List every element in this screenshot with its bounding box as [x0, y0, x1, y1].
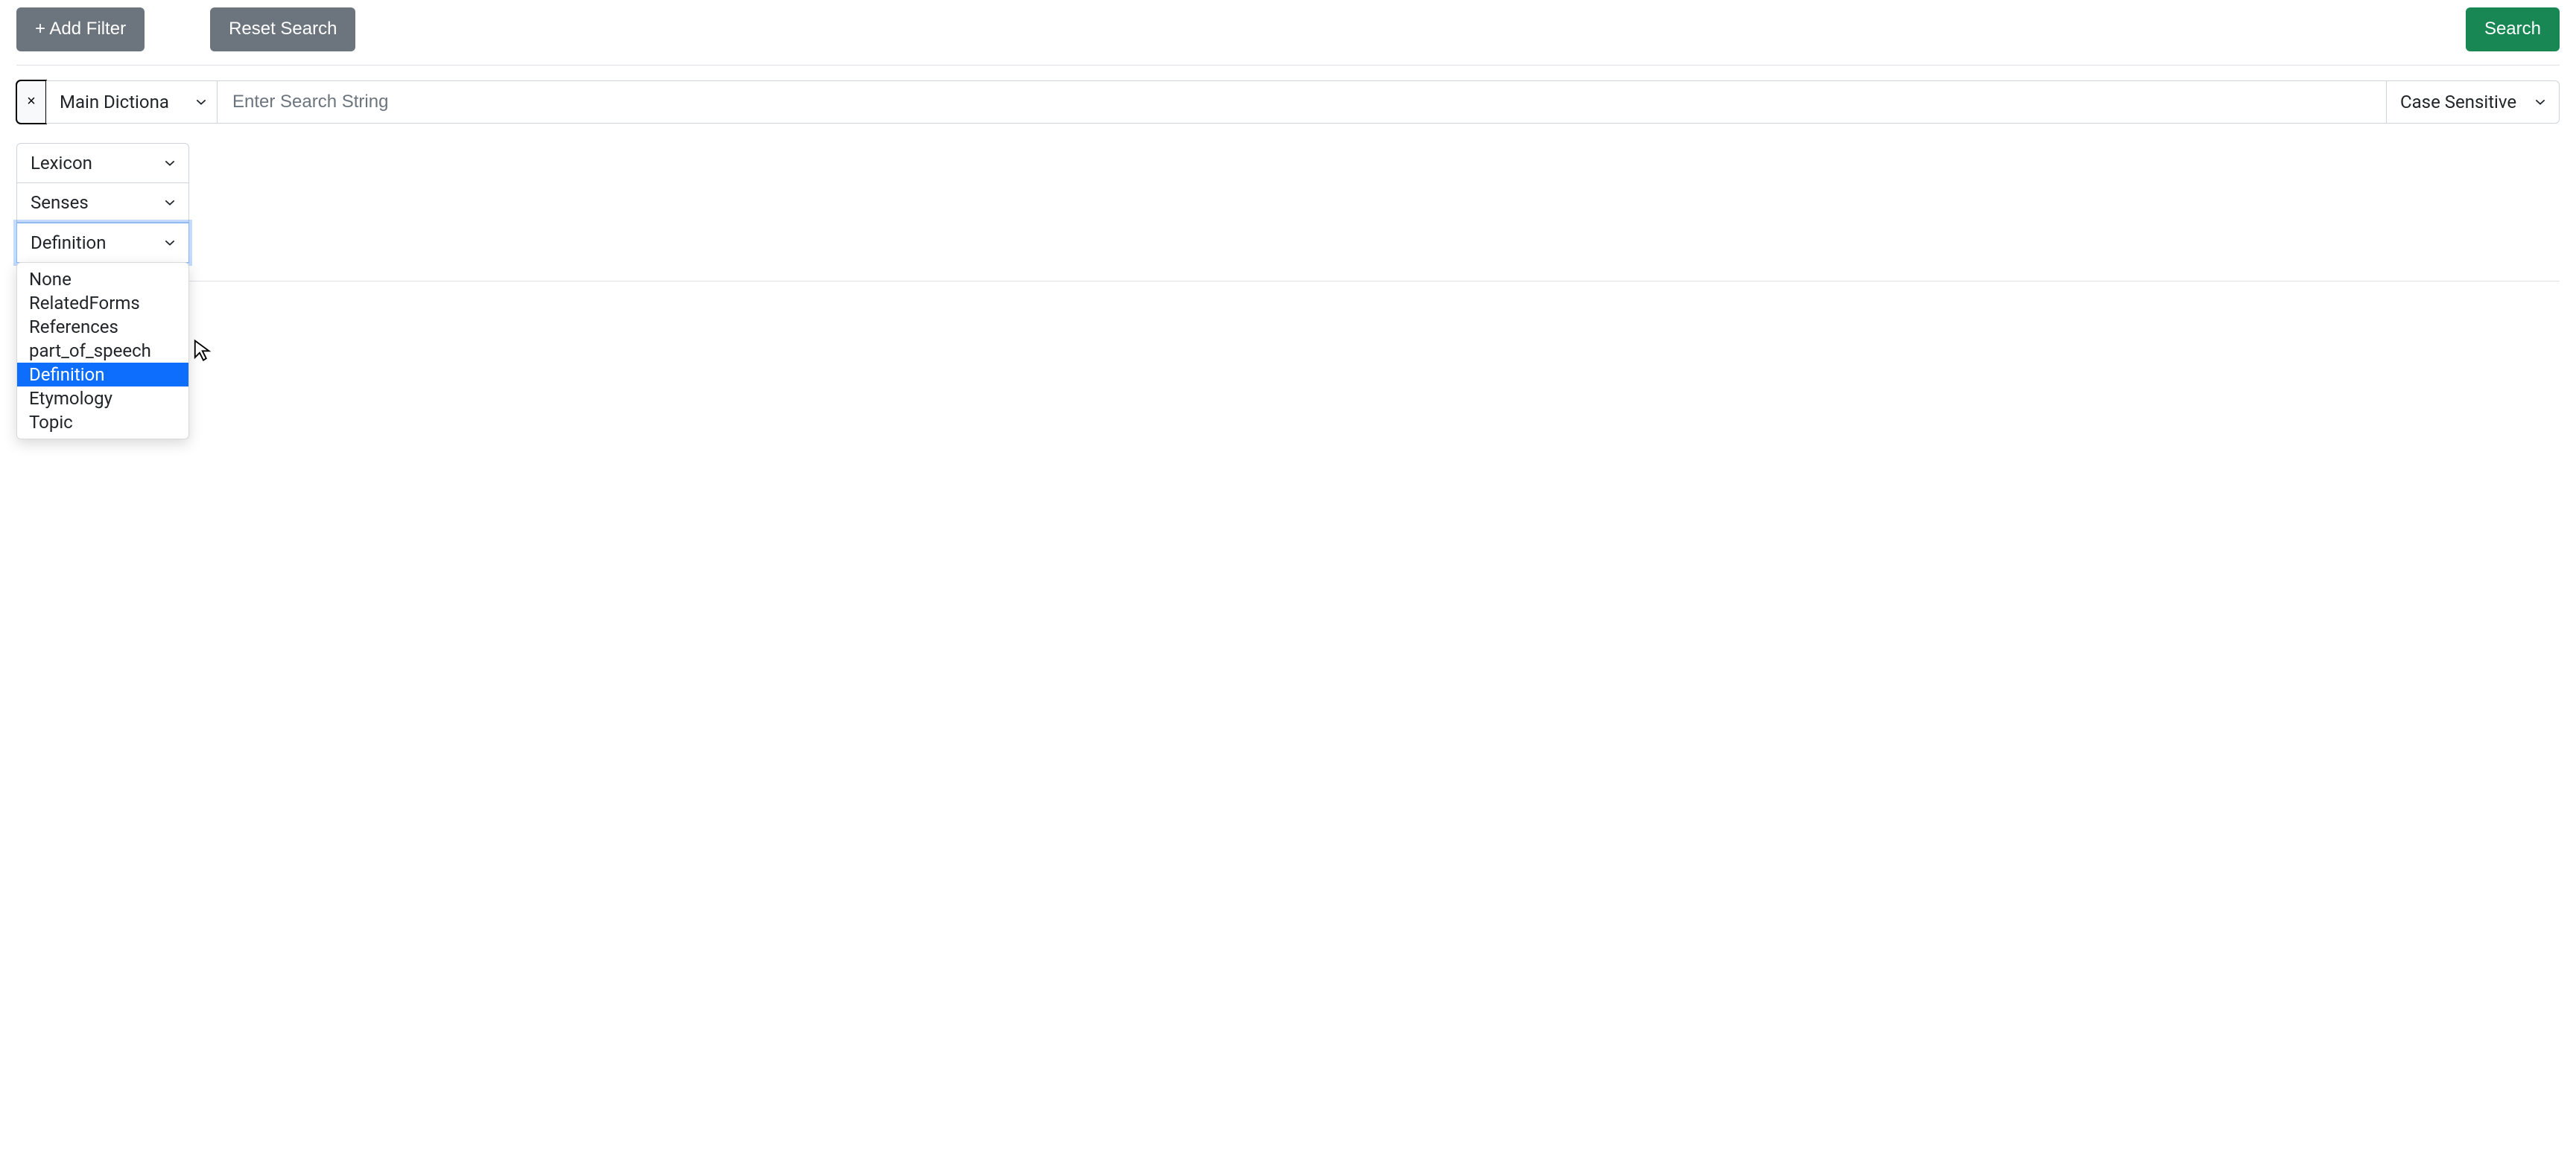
- remove-filter-button[interactable]: ×: [16, 80, 46, 124]
- dropdown-option[interactable]: Topic: [17, 410, 188, 434]
- close-icon: ×: [27, 93, 36, 110]
- chevron-down-icon: [165, 238, 175, 248]
- path-select-label: Lexicon: [31, 153, 92, 174]
- dropdown-option[interactable]: Etymology: [17, 386, 188, 410]
- reset-search-button[interactable]: Reset Search: [210, 7, 355, 51]
- add-filter-button[interactable]: + Add Filter: [16, 7, 145, 51]
- chevron-down-icon: [165, 158, 175, 168]
- search-button[interactable]: Search: [2466, 7, 2560, 51]
- filter-row: × Main Dictiona Case Sensitive: [16, 80, 2560, 124]
- chevron-down-icon: [196, 97, 206, 107]
- chevron-down-icon: [165, 197, 175, 208]
- case-sensitive-label: Case Sensitive: [2400, 92, 2516, 112]
- dictionary-select-label: Main Dictiona: [60, 92, 169, 112]
- dropdown-option[interactable]: None: [17, 267, 188, 291]
- path-select-level1[interactable]: Lexicon: [16, 143, 189, 183]
- dictionary-select[interactable]: Main Dictiona: [46, 80, 218, 124]
- path-select-label: Senses: [31, 192, 89, 213]
- case-sensitive-select[interactable]: Case Sensitive: [2387, 80, 2560, 124]
- path-select-level3[interactable]: Definition: [16, 223, 189, 263]
- chevron-down-icon: [2535, 97, 2545, 107]
- path-selects: Lexicon Senses Definition NoneRelatedFor…: [16, 143, 189, 263]
- dropdown-menu[interactable]: NoneRelatedFormsReferencespart_of_speech…: [16, 262, 189, 439]
- path-select-level2[interactable]: Senses: [16, 183, 189, 223]
- toolbar: + Add Filter Reset Search Search: [16, 7, 2560, 51]
- dropdown-option[interactable]: References: [17, 315, 188, 339]
- cursor-icon: [192, 339, 215, 361]
- divider: [16, 65, 2560, 66]
- search-input[interactable]: [218, 80, 2387, 124]
- dropdown-option[interactable]: RelatedForms: [17, 291, 188, 315]
- dropdown-option[interactable]: Definition: [17, 363, 188, 386]
- dropdown-option[interactable]: part_of_speech: [17, 339, 188, 363]
- path-select-label: Definition: [31, 232, 107, 253]
